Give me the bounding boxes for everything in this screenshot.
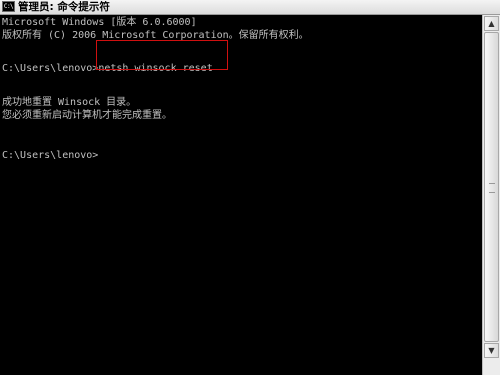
- command-highlight-box: [96, 40, 228, 70]
- scrollbar-grip-icon: [489, 183, 495, 193]
- console-line: 您必须重新启动计算机才能完成重置。: [2, 110, 172, 121]
- vertical-scrollbar[interactable]: ▲ ▼: [482, 15, 500, 375]
- window-title: 管理员: 命令提示符: [18, 1, 110, 13]
- scroll-up-arrow-icon[interactable]: ▲: [484, 16, 499, 31]
- console-line: Microsoft Windows [版本 6.0.6000]: [2, 17, 197, 28]
- scrollbar-thumb[interactable]: [484, 32, 499, 342]
- scroll-down-arrow-icon[interactable]: ▼: [484, 343, 499, 358]
- console-output[interactable]: Microsoft Windows [版本 6.0.6000] 版权所有 (C)…: [0, 15, 482, 375]
- command-prompt-window: C:\ 管理员: 命令提示符 Microsoft Windows [版本 6.0…: [0, 0, 500, 375]
- cmd-icon[interactable]: C:\: [2, 1, 15, 12]
- title-bar[interactable]: C:\ 管理员: 命令提示符: [0, 0, 500, 15]
- console-prompt: C:\Users\lenovo>: [2, 150, 99, 161]
- console-line: 成功地重置 Winsock 目录。: [2, 97, 137, 108]
